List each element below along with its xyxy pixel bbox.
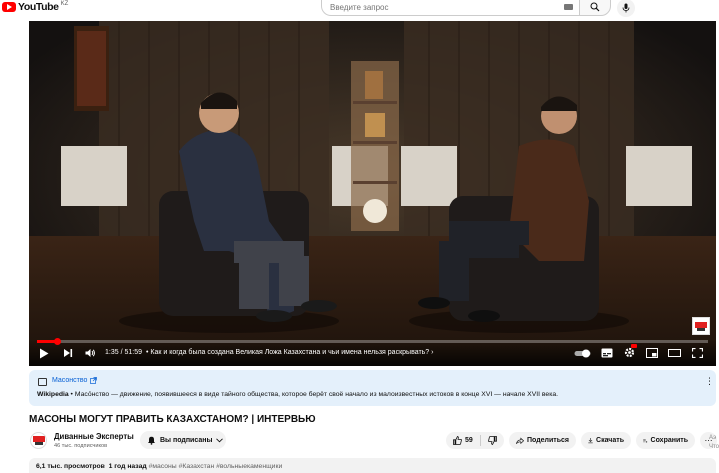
country-code: KZ (60, 1, 69, 7)
youtube-logo[interactable]: YouTube KZ (2, 1, 68, 13)
keyboard-icon[interactable] (564, 4, 573, 10)
subtitles-button[interactable] (601, 348, 613, 358)
info-panel-text: Wikipedia • Масо́нство — движение, появи… (37, 391, 558, 398)
progress-scrubber[interactable] (54, 338, 61, 345)
upload-date: 1 год назад (108, 463, 147, 470)
like-button[interactable]: 59 (453, 436, 473, 445)
miniplayer-icon (646, 348, 658, 358)
time-display: 1:35 / 51:59 (105, 349, 142, 356)
save-button[interactable]: Сохранить (636, 432, 695, 449)
download-icon (588, 437, 593, 444)
volume-icon (85, 349, 95, 357)
gear-icon (624, 347, 635, 358)
info-panel-link[interactable]: Масонство (52, 377, 98, 384)
like-dislike-group: 59 (446, 432, 504, 449)
chapter-separator: • (146, 349, 149, 356)
save-label: Сохранить (650, 437, 688, 444)
save-playlist-icon (643, 438, 648, 443)
miniplayer-button[interactable] (646, 348, 658, 358)
subscribed-label: Вы подписаны (160, 436, 213, 444)
video-player[interactable]: 1:35 / 51:59 • Как и когда была создана … (29, 21, 716, 366)
video-frame (29, 21, 716, 366)
subtitles-icon (601, 348, 613, 358)
subscribed-button[interactable]: Вы подписаны (140, 431, 226, 449)
share-button[interactable]: Поделиться (509, 432, 576, 449)
channel-watermark-logo-icon (695, 322, 707, 331)
chevron-right-icon: › (431, 349, 434, 356)
view-count: 6,1 тыс. просмотров (36, 463, 105, 470)
subscriber-count: 46 тыс. подписчиков (54, 443, 108, 449)
thumbs-down-icon (487, 436, 497, 445)
volume-button[interactable] (85, 348, 96, 358)
youtube-play-icon (2, 2, 16, 12)
download-button[interactable]: Скачать (581, 432, 631, 449)
play-icon (40, 348, 49, 359)
like-count: 59 (465, 437, 473, 444)
chapter-title-text: Как и когда была создана Великая Ложа Ка… (150, 349, 430, 356)
channel-logo-icon (32, 435, 45, 445)
hashtags[interactable]: #масоны #Казахстан #вольныекаменщики (149, 463, 283, 470)
sidebar-peek: Аэ Что (709, 434, 719, 452)
channel-name[interactable]: Диванные Эксперты (54, 432, 134, 441)
description-box[interactable]: 6,1 тыс. просмотров 1 год назад #масоны … (29, 458, 716, 473)
search-input[interactable] (330, 2, 550, 12)
autoplay-toggle-icon (574, 349, 591, 358)
search-icon (590, 2, 600, 12)
fullscreen-button[interactable] (692, 348, 703, 358)
info-panel: Масонство Wikipedia • Масо́нство — движе… (29, 370, 716, 406)
theater-mode-button[interactable] (668, 349, 681, 357)
play-button[interactable] (39, 348, 49, 359)
search-button[interactable] (579, 0, 611, 16)
autoplay-toggle[interactable] (574, 349, 592, 358)
share-label: Поделиться (526, 437, 569, 444)
hd-badge (631, 344, 637, 348)
sidebar-peek-line: Аэ (709, 435, 717, 441)
info-panel-link-label: Масонство (52, 377, 88, 384)
microphone-icon (622, 3, 630, 13)
description-meta: 6,1 тыс. просмотров 1 год назад #масоны … (36, 463, 282, 470)
chapter-title[interactable]: • Как и когда была создана Великая Ложа … (146, 349, 434, 356)
next-icon (64, 349, 73, 357)
dislike-button[interactable] (487, 436, 497, 445)
settings-button[interactable] (624, 344, 637, 358)
bell-icon (148, 436, 155, 445)
like-separator (479, 435, 481, 446)
next-button[interactable] (63, 348, 73, 358)
search-box[interactable] (321, 0, 579, 16)
sidebar-peek-line: Что (709, 444, 719, 450)
download-label: Скачать (596, 437, 624, 444)
info-panel-body: • Масо́нство — движение, появившееся в в… (68, 391, 559, 398)
thumbs-up-icon (453, 436, 462, 445)
channel-avatar[interactable] (30, 432, 47, 449)
video-title: МАСОНЫ МОГУТ ПРАВИТЬ КАЗАХСТАНОМ? | ИНТЕ… (29, 414, 316, 425)
channel-watermark[interactable] (692, 317, 710, 335)
external-link-icon (90, 377, 98, 384)
progress-bar[interactable] (37, 338, 708, 345)
voice-search-button[interactable] (617, 0, 635, 17)
theater-icon (668, 349, 681, 357)
info-panel-source: Wikipedia (37, 391, 69, 398)
wikipedia-icon (38, 378, 47, 386)
chevron-down-icon (216, 437, 224, 442)
logo-text: YouTube (18, 1, 59, 13)
fullscreen-icon (692, 348, 703, 358)
share-icon (516, 436, 524, 444)
info-panel-menu-icon[interactable]: ⋮ (705, 376, 714, 387)
masthead: YouTube KZ (0, 0, 719, 18)
